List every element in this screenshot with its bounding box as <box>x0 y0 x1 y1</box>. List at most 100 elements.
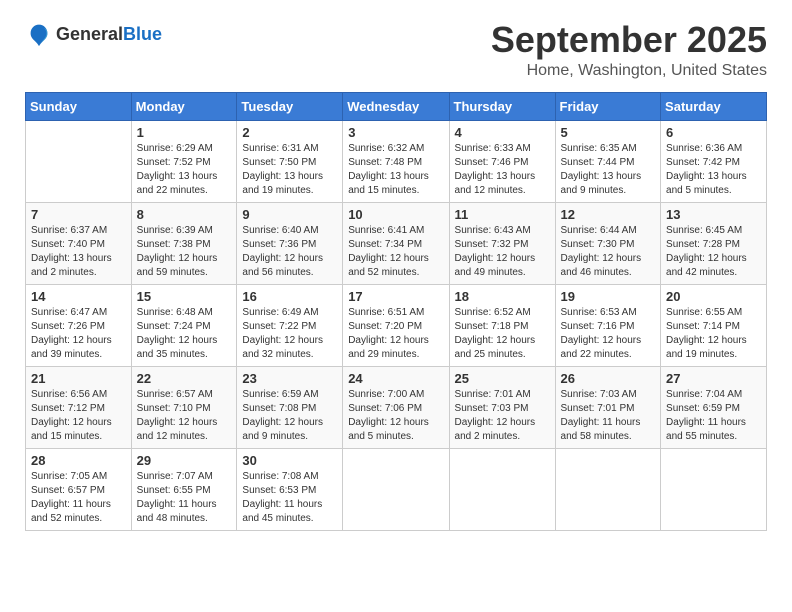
day-number: 8 <box>137 207 232 222</box>
calendar-cell <box>661 448 767 530</box>
calendar-cell: 17 Sunrise: 6:51 AM Sunset: 7:20 PM Dayli… <box>343 284 449 366</box>
day-number: 30 <box>242 453 337 468</box>
day-info: Sunrise: 6:40 AM Sunset: 7:36 PM Dayligh… <box>242 224 337 280</box>
day-info: Sunrise: 6:56 AM Sunset: 7:12 PM Dayligh… <box>31 388 126 444</box>
calendar-week-row: 7 Sunrise: 6:37 AM Sunset: 7:40 PM Daylig… <box>26 202 767 284</box>
day-number: 14 <box>31 289 126 304</box>
calendar-cell: 29Sunrise: 7:07 AM Sunset: 6:55 PM Dayli… <box>131 448 237 530</box>
subtitle: Home, Washington, United States <box>491 62 767 80</box>
calendar-table: SundayMondayTuesdayWednesdayThursdayFrid… <box>25 92 767 531</box>
calendar-cell: 19 Sunrise: 6:53 AM Sunset: 7:16 PM Dayli… <box>555 284 661 366</box>
day-info: Sunrise: 6:44 AM Sunset: 7:30 PM Dayligh… <box>561 224 656 280</box>
day-number: 23 <box>242 371 337 386</box>
day-info: Sunrise: 7:01 AM Sunset: 7:03 PM Dayligh… <box>455 388 550 444</box>
page-header: GeneralBlue September 2025 Home, Washing… <box>25 20 767 80</box>
day-number: 4 <box>455 125 550 140</box>
calendar-cell: 26 Sunrise: 7:03 AM Sunset: 7:01 PM Dayli… <box>555 366 661 448</box>
day-number: 28 <box>31 453 126 468</box>
calendar-cell: 4 Sunrise: 6:33 AM Sunset: 7:46 PM Daylig… <box>449 120 555 202</box>
calendar-cell <box>26 120 132 202</box>
calendar-cell <box>449 448 555 530</box>
calendar-cell: 14Sunrise: 6:47 AM Sunset: 7:26 PM Dayli… <box>26 284 132 366</box>
calendar-cell: 22Sunrise: 6:57 AM Sunset: 7:10 PM Dayli… <box>131 366 237 448</box>
calendar-cell: 20 Sunrise: 6:55 AM Sunset: 7:14 PM Dayli… <box>661 284 767 366</box>
day-number: 2 <box>242 125 337 140</box>
calendar-cell: 9 Sunrise: 6:40 AM Sunset: 7:36 PM Daylig… <box>237 202 343 284</box>
calendar-cell: 7 Sunrise: 6:37 AM Sunset: 7:40 PM Daylig… <box>26 202 132 284</box>
calendar-cell: 8 Sunrise: 6:39 AM Sunset: 7:38 PM Daylig… <box>131 202 237 284</box>
day-info: Sunrise: 7:05 AM Sunset: 6:57 PM Dayligh… <box>31 470 126 526</box>
day-number: 1 <box>137 125 232 140</box>
day-number: 13 <box>666 207 761 222</box>
calendar-week-row: 1 Sunrise: 6:29 AM Sunset: 7:52 PM Daylig… <box>26 120 767 202</box>
calendar-cell: 3 Sunrise: 6:32 AM Sunset: 7:48 PM Daylig… <box>343 120 449 202</box>
weekday-header-row: SundayMondayTuesdayWednesdayThursdayFrid… <box>26 92 767 120</box>
logo-icon <box>25 20 53 48</box>
day-info: Sunrise: 6:35 AM Sunset: 7:44 PM Dayligh… <box>561 142 656 198</box>
day-info: Sunrise: 6:52 AM Sunset: 7:18 PM Dayligh… <box>455 306 550 362</box>
calendar-cell: 13Sunrise: 6:45 AM Sunset: 7:28 PM Dayli… <box>661 202 767 284</box>
calendar-cell: 12 Sunrise: 6:44 AM Sunset: 7:30 PM Dayli… <box>555 202 661 284</box>
calendar-cell: 10 Sunrise: 6:41 AM Sunset: 7:34 PM Dayli… <box>343 202 449 284</box>
day-number: 24 <box>348 371 443 386</box>
weekday-header-sunday: Sunday <box>26 92 132 120</box>
day-number: 26 <box>561 371 656 386</box>
day-info: Sunrise: 6:48 AM Sunset: 7:24 PM Dayligh… <box>137 306 232 362</box>
day-info: Sunrise: 6:37 AM Sunset: 7:40 PM Dayligh… <box>31 224 126 280</box>
weekday-header-monday: Monday <box>131 92 237 120</box>
weekday-header-thursday: Thursday <box>449 92 555 120</box>
day-number: 27 <box>666 371 761 386</box>
day-number: 20 <box>666 289 761 304</box>
weekday-header-friday: Friday <box>555 92 661 120</box>
calendar-cell: 28 Sunrise: 7:05 AM Sunset: 6:57 PM Dayli… <box>26 448 132 530</box>
day-number: 9 <box>242 207 337 222</box>
day-number: 6 <box>666 125 761 140</box>
calendar-week-row: 21 Sunrise: 6:56 AM Sunset: 7:12 PM Dayli… <box>26 366 767 448</box>
day-info: Sunrise: 6:59 AM Sunset: 7:08 PM Dayligh… <box>242 388 337 444</box>
day-number: 19 <box>561 289 656 304</box>
calendar-cell: 18 Sunrise: 6:52 AM Sunset: 7:18 PM Dayli… <box>449 284 555 366</box>
calendar-cell: 2 Sunrise: 6:31 AM Sunset: 7:50 PM Daylig… <box>237 120 343 202</box>
day-info: Sunrise: 6:57 AM Sunset: 7:10 PM Dayligh… <box>137 388 232 444</box>
day-number: 15 <box>137 289 232 304</box>
calendar-cell: 24 Sunrise: 7:00 AM Sunset: 7:06 PM Dayli… <box>343 366 449 448</box>
day-info: Sunrise: 6:36 AM Sunset: 7:42 PM Dayligh… <box>666 142 761 198</box>
title-area: September 2025 Home, Washington, United … <box>491 20 767 80</box>
day-info: Sunrise: 6:51 AM Sunset: 7:20 PM Dayligh… <box>348 306 443 362</box>
day-number: 7 <box>31 207 126 222</box>
day-number: 25 <box>455 371 550 386</box>
day-number: 16 <box>242 289 337 304</box>
day-number: 3 <box>348 125 443 140</box>
calendar-cell: 21 Sunrise: 6:56 AM Sunset: 7:12 PM Dayli… <box>26 366 132 448</box>
weekday-header-saturday: Saturday <box>661 92 767 120</box>
day-info: Sunrise: 7:00 AM Sunset: 7:06 PM Dayligh… <box>348 388 443 444</box>
calendar-cell <box>343 448 449 530</box>
day-info: Sunrise: 7:07 AM Sunset: 6:55 PM Dayligh… <box>137 470 232 526</box>
calendar-cell: 25 Sunrise: 7:01 AM Sunset: 7:03 PM Dayli… <box>449 366 555 448</box>
day-info: Sunrise: 6:53 AM Sunset: 7:16 PM Dayligh… <box>561 306 656 362</box>
calendar-cell: 27Sunrise: 7:04 AM Sunset: 6:59 PM Dayli… <box>661 366 767 448</box>
calendar-week-row: 28 Sunrise: 7:05 AM Sunset: 6:57 PM Dayli… <box>26 448 767 530</box>
day-number: 11 <box>455 207 550 222</box>
day-number: 21 <box>31 371 126 386</box>
day-info: Sunrise: 7:03 AM Sunset: 7:01 PM Dayligh… <box>561 388 656 444</box>
day-info: Sunrise: 6:29 AM Sunset: 7:52 PM Dayligh… <box>137 142 232 198</box>
calendar-cell: 23 Sunrise: 6:59 AM Sunset: 7:08 PM Dayli… <box>237 366 343 448</box>
logo-text: GeneralBlue <box>56 24 162 45</box>
day-info: Sunrise: 6:31 AM Sunset: 7:50 PM Dayligh… <box>242 142 337 198</box>
day-info: Sunrise: 6:49 AM Sunset: 7:22 PM Dayligh… <box>242 306 337 362</box>
calendar-cell: 11Sunrise: 6:43 AM Sunset: 7:32 PM Dayli… <box>449 202 555 284</box>
day-info: Sunrise: 6:41 AM Sunset: 7:34 PM Dayligh… <box>348 224 443 280</box>
calendar-cell: 1 Sunrise: 6:29 AM Sunset: 7:52 PM Daylig… <box>131 120 237 202</box>
day-number: 12 <box>561 207 656 222</box>
day-number: 18 <box>455 289 550 304</box>
day-number: 17 <box>348 289 443 304</box>
calendar-cell <box>555 448 661 530</box>
day-number: 5 <box>561 125 656 140</box>
day-info: Sunrise: 6:55 AM Sunset: 7:14 PM Dayligh… <box>666 306 761 362</box>
day-info: Sunrise: 6:39 AM Sunset: 7:38 PM Dayligh… <box>137 224 232 280</box>
day-number: 10 <box>348 207 443 222</box>
logo: GeneralBlue <box>25 20 162 48</box>
day-info: Sunrise: 6:32 AM Sunset: 7:48 PM Dayligh… <box>348 142 443 198</box>
day-info: Sunrise: 6:33 AM Sunset: 7:46 PM Dayligh… <box>455 142 550 198</box>
